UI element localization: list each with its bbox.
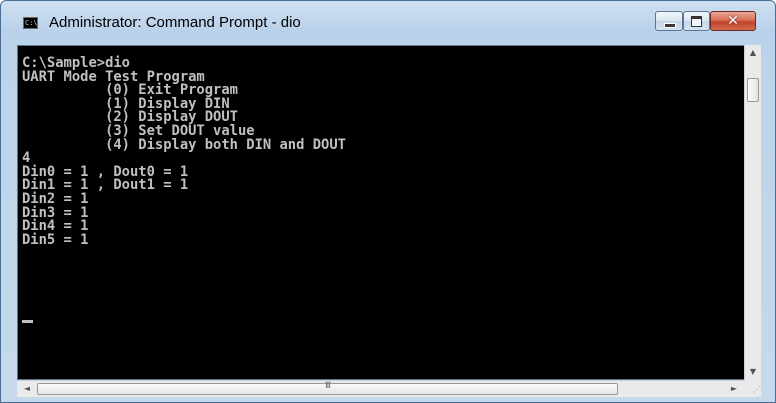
console-line: Din5 = 1 [22, 231, 89, 248]
close-icon: ✕ [727, 13, 739, 29]
horizontal-scrollbar[interactable]: ◄ III ► [17, 380, 744, 397]
title-bar[interactable]: C:\ Administrator: Command Prompt - dio … [1, 1, 775, 45]
text-cursor [22, 320, 33, 323]
scroll-up-icon[interactable]: ▲ [745, 45, 761, 61]
console-line: (4) Display both DIN and DOUT [22, 136, 346, 153]
console-output[interactable]: C:\Sample>dio UART Mode Test Program (0) … [17, 45, 761, 380]
console-text: C:\Sample>dio UART Mode Test Program (0) … [22, 56, 346, 248]
window-title: Administrator: Command Prompt - dio [49, 14, 301, 31]
scroll-right-icon[interactable]: ► [726, 381, 742, 397]
minimize-icon [664, 23, 676, 28]
close-button[interactable]: ✕ [710, 11, 756, 31]
minimize-button[interactable] [655, 11, 683, 31]
vertical-scroll-thumb[interactable] [747, 78, 759, 102]
scroll-down-icon[interactable]: ▼ [745, 364, 761, 380]
maximize-icon [691, 16, 702, 27]
scroll-left-icon[interactable]: ◄ [19, 381, 35, 397]
resize-grip-icon[interactable]: ⋰ [744, 380, 761, 397]
vertical-scrollbar[interactable]: ▲ ▼ [744, 45, 761, 380]
console-icon-text: C:\ [25, 19, 38, 27]
horizontal-scroll-thumb[interactable]: III [37, 381, 618, 395]
console-icon[interactable]: C:\ [23, 17, 38, 29]
grip-icon: III [325, 381, 331, 391]
command-prompt-window: C:\ Administrator: Command Prompt - dio … [0, 0, 776, 403]
maximize-button[interactable] [683, 11, 710, 31]
